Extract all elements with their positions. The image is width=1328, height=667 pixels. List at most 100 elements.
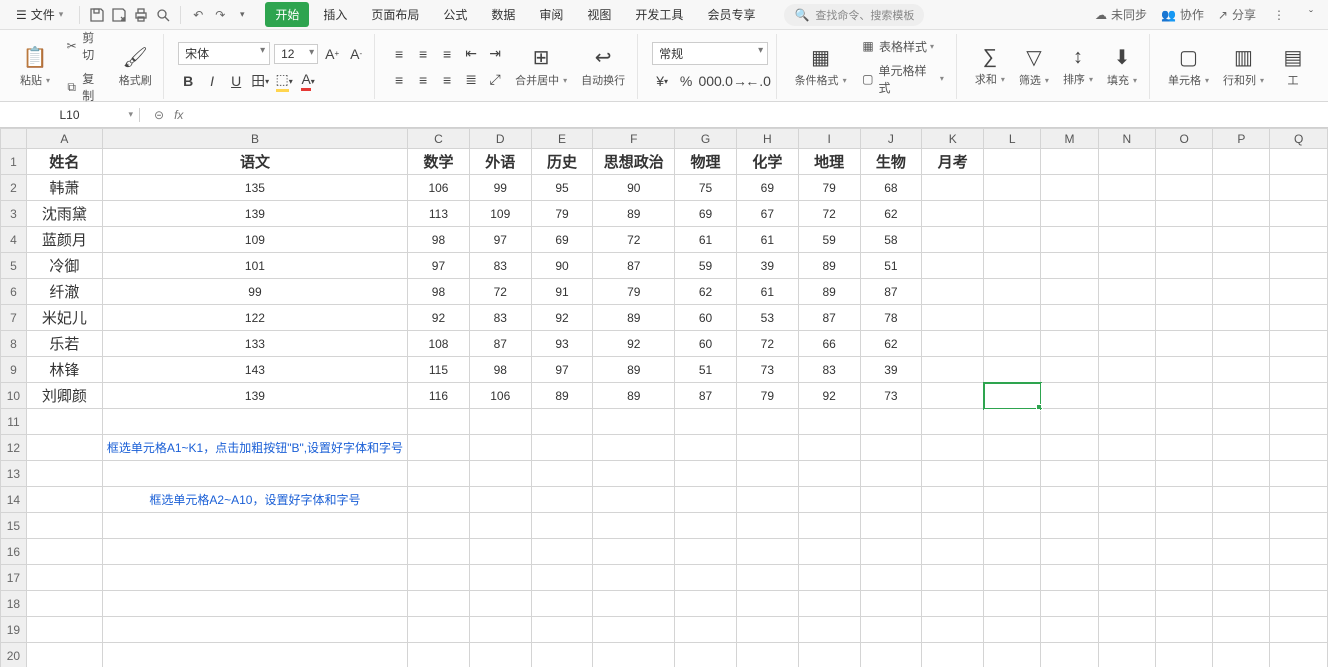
tab-视图[interactable]: 视图 xyxy=(577,2,621,27)
col-header-P[interactable]: P xyxy=(1213,129,1270,149)
cell-I19[interactable] xyxy=(798,617,860,643)
align-right-icon[interactable]: ≡ xyxy=(437,70,457,90)
cell-K12[interactable] xyxy=(922,435,984,461)
cell-C16[interactable] xyxy=(408,539,470,565)
cell-G12[interactable] xyxy=(675,435,737,461)
cell-P17[interactable] xyxy=(1213,565,1270,591)
cell-I6[interactable]: 89 xyxy=(798,279,860,305)
cell-C1[interactable]: 数学 xyxy=(408,149,470,175)
cell-B12[interactable]: 框选单元格A1~K1，点击加粗按钮"B",设置好字体和字号 xyxy=(102,435,407,461)
cell-L1[interactable] xyxy=(984,149,1041,175)
cell-J20[interactable] xyxy=(860,643,922,667)
cell-Q18[interactable] xyxy=(1270,591,1328,617)
cell-G17[interactable] xyxy=(675,565,737,591)
cell-J18[interactable] xyxy=(860,591,922,617)
cell-O6[interactable] xyxy=(1155,279,1212,305)
cell-G1[interactable]: 物理 xyxy=(675,149,737,175)
unsynced-button[interactable]: ☁ 未同步 xyxy=(1095,6,1147,23)
cell-C15[interactable] xyxy=(408,513,470,539)
zoom-fx-icon[interactable]: ⊝ xyxy=(154,108,164,122)
currency-icon[interactable]: ¥▾ xyxy=(652,71,672,91)
cell-M18[interactable] xyxy=(1041,591,1098,617)
cell-E14[interactable] xyxy=(531,487,593,513)
cell-I20[interactable] xyxy=(798,643,860,667)
cell-O9[interactable] xyxy=(1155,357,1212,383)
cell-M20[interactable] xyxy=(1041,643,1098,667)
cell-P7[interactable] xyxy=(1213,305,1270,331)
cell-D19[interactable] xyxy=(469,617,531,643)
cell-Q6[interactable] xyxy=(1270,279,1328,305)
cell-N1[interactable] xyxy=(1098,149,1155,175)
cell-K16[interactable] xyxy=(922,539,984,565)
cell-N16[interactable] xyxy=(1098,539,1155,565)
cell-B20[interactable] xyxy=(102,643,407,667)
cell-L3[interactable] xyxy=(984,201,1041,227)
cell-B11[interactable] xyxy=(102,409,407,435)
cell-G16[interactable] xyxy=(675,539,737,565)
cell-J15[interactable] xyxy=(860,513,922,539)
cell-Q17[interactable] xyxy=(1270,565,1328,591)
cell-I5[interactable]: 89 xyxy=(798,253,860,279)
cell-A2[interactable]: 韩萧 xyxy=(26,175,102,201)
cell-M13[interactable] xyxy=(1041,461,1098,487)
row-header-13[interactable]: 13 xyxy=(1,461,27,487)
col-header-O[interactable]: O xyxy=(1155,129,1212,149)
cell-G11[interactable] xyxy=(675,409,737,435)
increase-font-icon[interactable]: A+ xyxy=(322,44,342,64)
cell-J8[interactable]: 62 xyxy=(860,331,922,357)
cell-I8[interactable]: 66 xyxy=(798,331,860,357)
save-as-icon[interactable] xyxy=(110,6,128,24)
tab-插入[interactable]: 插入 xyxy=(313,2,357,27)
row-header-2[interactable]: 2 xyxy=(1,175,27,201)
align-top-icon[interactable]: ≡ xyxy=(389,44,409,64)
cell-P13[interactable] xyxy=(1213,461,1270,487)
cell-L13[interactable] xyxy=(984,461,1041,487)
cell-F13[interactable] xyxy=(593,461,675,487)
name-box[interactable]: L10 xyxy=(0,108,140,122)
sort-button[interactable]: ↕排序▾ xyxy=(1059,44,1097,89)
cell-K20[interactable] xyxy=(922,643,984,667)
cell-L11[interactable] xyxy=(984,409,1041,435)
row-header-20[interactable]: 20 xyxy=(1,643,27,667)
cell-J13[interactable] xyxy=(860,461,922,487)
row-header-3[interactable]: 3 xyxy=(1,201,27,227)
cell-O11[interactable] xyxy=(1155,409,1212,435)
cell-M5[interactable] xyxy=(1041,253,1098,279)
cell-M19[interactable] xyxy=(1041,617,1098,643)
cell-H11[interactable] xyxy=(736,409,798,435)
orientation-icon[interactable]: ⤢ xyxy=(485,70,505,90)
redo-icon[interactable]: ↷ xyxy=(211,6,229,24)
cell-F10[interactable]: 89 xyxy=(593,383,675,409)
cell-G3[interactable]: 69 xyxy=(675,201,737,227)
cell-C17[interactable] xyxy=(408,565,470,591)
row-header-19[interactable]: 19 xyxy=(1,617,27,643)
cell-P10[interactable] xyxy=(1213,383,1270,409)
cell-J2[interactable]: 68 xyxy=(860,175,922,201)
cell-A11[interactable] xyxy=(26,409,102,435)
cell-J12[interactable] xyxy=(860,435,922,461)
cell-N5[interactable] xyxy=(1098,253,1155,279)
cell-B8[interactable]: 133 xyxy=(102,331,407,357)
cell-I9[interactable]: 83 xyxy=(798,357,860,383)
tab-审阅[interactable]: 审阅 xyxy=(529,2,573,27)
cut-button[interactable]: ✂剪切 xyxy=(60,27,109,65)
cell-B7[interactable]: 122 xyxy=(102,305,407,331)
cell-J6[interactable]: 87 xyxy=(860,279,922,305)
cell-A18[interactable] xyxy=(26,591,102,617)
cell-G9[interactable]: 51 xyxy=(675,357,737,383)
cell-C6[interactable]: 98 xyxy=(408,279,470,305)
col-header-L[interactable]: L xyxy=(984,129,1041,149)
cell-B2[interactable]: 135 xyxy=(102,175,407,201)
cell-C3[interactable]: 113 xyxy=(408,201,470,227)
cell-H14[interactable] xyxy=(736,487,798,513)
col-header-M[interactable]: M xyxy=(1041,129,1098,149)
cell-G14[interactable] xyxy=(675,487,737,513)
row-header-7[interactable]: 7 xyxy=(1,305,27,331)
cell-M10[interactable] xyxy=(1041,383,1098,409)
distribute-icon[interactable]: ≣ xyxy=(461,70,481,90)
tab-数据[interactable]: 数据 xyxy=(481,2,525,27)
col-header-J[interactable]: J xyxy=(860,129,922,149)
cell-A8[interactable]: 乐若 xyxy=(26,331,102,357)
cell-P16[interactable] xyxy=(1213,539,1270,565)
number-format-select[interactable]: 常规 xyxy=(652,42,768,65)
